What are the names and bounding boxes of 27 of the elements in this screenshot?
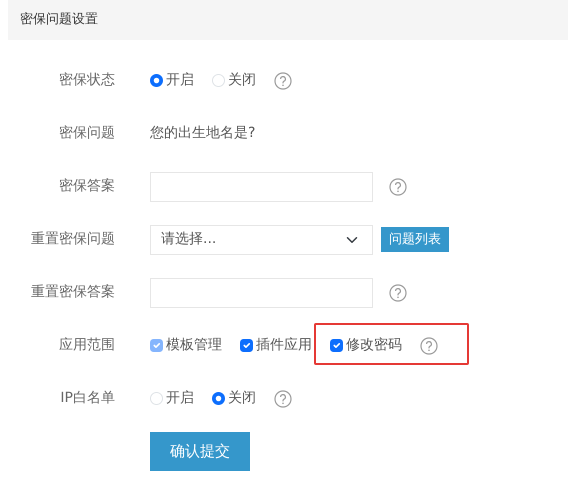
checkbox[interactable] <box>330 339 343 352</box>
option-label[interactable]: 开启 <box>166 388 194 409</box>
section-title: 密保问题设置 <box>8 0 568 40</box>
help-icon[interactable] <box>274 390 292 408</box>
radio-button[interactable] <box>150 74 163 87</box>
option-label[interactable]: 插件应用 <box>256 335 312 356</box>
answer-field[interactable] <box>150 278 373 308</box>
radio-button[interactable] <box>212 392 225 405</box>
help-icon[interactable] <box>274 72 292 90</box>
question-select[interactable]: 请选择... <box>150 224 373 254</box>
field-label: 密保答案 <box>59 177 115 196</box>
option-label[interactable]: 开启 <box>166 70 194 91</box>
option-label[interactable]: 修改密码 <box>346 335 402 356</box>
answer-field[interactable] <box>150 172 373 202</box>
option-label[interactable]: 关闭 <box>228 70 256 91</box>
field-label: IP白名单 <box>60 389 115 408</box>
field-label: 密保状态 <box>59 71 115 90</box>
help-icon[interactable] <box>389 178 407 196</box>
field-label: 重置密保问题 <box>31 230 115 249</box>
field-label: 重置密保答案 <box>31 283 115 302</box>
help-icon[interactable] <box>420 336 438 354</box>
option-label[interactable]: 关闭 <box>228 388 256 409</box>
question-text: 您的出生地名是? <box>150 124 256 143</box>
checkbox[interactable] <box>240 339 253 352</box>
help-icon[interactable] <box>389 284 407 302</box>
field-label: 密保问题 <box>59 124 115 143</box>
field-label: 应用范围 <box>59 336 115 355</box>
